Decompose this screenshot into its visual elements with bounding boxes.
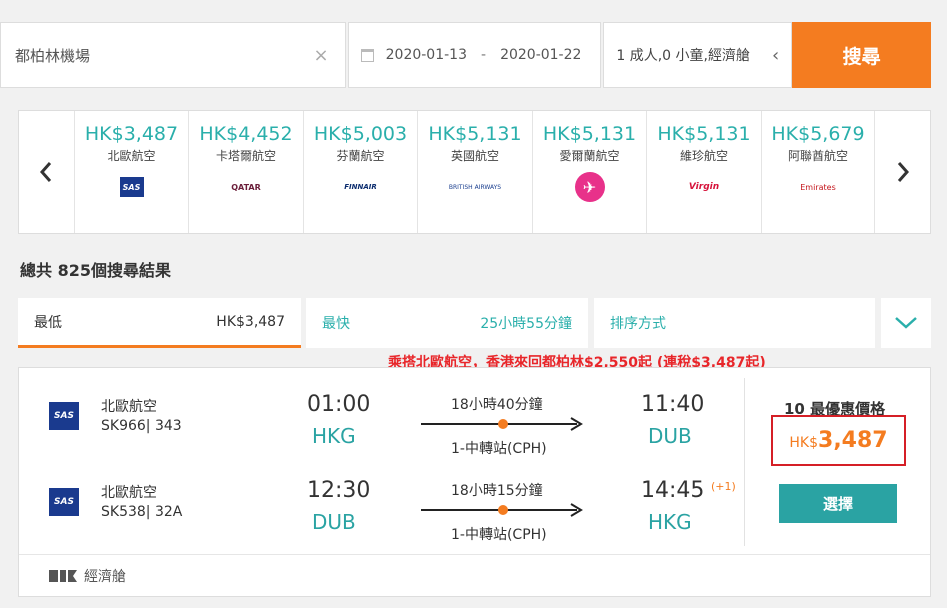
carousel-prev-button[interactable] [19, 111, 74, 233]
carousel-item[interactable]: HK$3,487 北歐航空 SAS [73, 111, 189, 233]
carousel-item[interactable]: HK$4,452 卡塔爾航空 QATAR [188, 111, 303, 233]
arrival-airport: DUB [648, 424, 692, 448]
qatar-logo-icon: QATAR [231, 182, 261, 192]
date-to[interactable]: 2020-01-22 [500, 47, 581, 63]
plane-icon: ✈ [574, 172, 605, 202]
flight-duration: 18小時40分鐘 [451, 397, 543, 413]
price-highlight-box: HK$ 3,487 [771, 415, 906, 466]
select-button[interactable]: 選擇 [779, 484, 897, 523]
carousel-price: HK$3,487 [84, 123, 179, 145]
leg-airline: 北歐航空 [101, 399, 157, 415]
flight-result-card: SAS 北歐航空 SK966| 343 01:00 HKG 18小時40分鐘 1… [18, 367, 931, 597]
carousel-airline: 維珍航空 [679, 149, 728, 163]
date-from[interactable]: 2020-01-13 [386, 47, 467, 63]
close-icon[interactable]: × [314, 45, 329, 66]
leg-flight-number: SK966| 343 [101, 418, 182, 434]
tab-cheapest-label: 最低 [34, 314, 62, 331]
sas-logo-icon: SAS [49, 402, 79, 430]
route-arrow-icon [421, 417, 583, 431]
outbound-leg: SAS 北歐航空 SK966| 343 01:00 HKG 18小時40分鐘 1… [19, 388, 744, 468]
route-arrow-icon [421, 503, 583, 517]
carousel-item[interactable]: HK$5,131 愛爾蘭航空 ✈ [531, 111, 647, 233]
airline-price-carousel: HK$3,487 北歐航空 SAS HK$4,452 卡塔爾航空 QATAR H… [18, 110, 931, 234]
carousel-airline: 北歐航空 [107, 149, 156, 163]
carousel-price: HK$5,131 [428, 123, 522, 145]
departure-airport: DUB [312, 510, 356, 534]
sas-logo-icon: SAS [119, 177, 144, 197]
tab-cheapest[interactable]: 最低 HK$3,487 [18, 298, 301, 348]
carousel-airline: 卡塔爾航空 [215, 149, 276, 163]
flight-duration: 18小時15分鐘 [451, 483, 543, 499]
tab-fastest-value: 25小時55分鐘 [480, 316, 572, 332]
card-divider [744, 378, 745, 546]
carousel-price: HK$5,003 [313, 123, 408, 145]
carousel-airline: 愛爾蘭航空 [559, 149, 620, 163]
carousel-item[interactable]: HK$5,003 芬蘭航空 FINNAIR [302, 111, 418, 233]
departure-time: 01:00 [307, 392, 371, 417]
departure-airport: HKG [312, 424, 356, 448]
chevron-down-icon [895, 317, 917, 329]
sort-dropdown-button[interactable] [881, 298, 931, 348]
arrival-time: 11:40 [641, 392, 705, 417]
carousel-airline: 阿聯酋航空 [787, 149, 848, 163]
carousel-items: HK$3,487 北歐航空 SAS HK$4,452 卡塔爾航空 QATAR H… [73, 111, 876, 233]
passenger-field[interactable]: 1 成人,0 小童,經濟艙 ‹ [603, 22, 793, 88]
virgin-logo-icon: Virgin [688, 182, 720, 192]
arrival-time: 14:45 [641, 478, 705, 503]
destination-input[interactable]: 都柏林機場 [15, 45, 90, 66]
results-count: 總共 825個搜尋結果 [20, 261, 171, 280]
price-value: 3,487 [818, 428, 888, 453]
card-footer-divider [19, 554, 930, 555]
price-currency: HK$ [789, 434, 819, 451]
british-airways-logo-icon: BRITISH AIRWAYS [448, 183, 502, 191]
carousel-next-button[interactable] [875, 111, 930, 233]
tab-fastest[interactable]: 最快 25小時55分鐘 [306, 298, 588, 348]
finnair-logo-icon: FINNAIR [344, 183, 377, 191]
seat-icon [49, 570, 77, 582]
day-offset-badge: (+1) [711, 480, 736, 493]
passenger-summary: 1 成人,0 小童,經濟艙 [616, 48, 750, 64]
carousel-price: HK$5,679 [771, 123, 865, 145]
carousel-airline: 英國航空 [450, 149, 499, 163]
search-bar: 都柏林機場 × 2020-01-13 - 2020-01-22 1 成人,0 小… [0, 22, 931, 88]
carousel-airline: 芬蘭航空 [336, 149, 385, 163]
tab-sort-by[interactable]: 排序方式 [594, 298, 875, 348]
inbound-leg: SAS 北歐航空 SK538| 32A 12:30 DUB 18小時15分鐘 1… [19, 474, 744, 554]
date-separator: - [481, 47, 487, 63]
destination-field[interactable]: 都柏林機場 × [0, 22, 346, 88]
carousel-price: HK$5,131 [657, 123, 751, 145]
leg-airline: 北歐航空 [101, 485, 157, 501]
chevron-left-icon[interactable]: ‹ [772, 45, 779, 66]
carousel-item[interactable]: HK$5,131 維珍航空 Virgin [646, 111, 761, 233]
emirates-logo-icon: Emirates [800, 182, 836, 192]
date-range-field[interactable]: 2020-01-13 - 2020-01-22 [347, 22, 602, 88]
arrival-airport: HKG [648, 510, 692, 534]
tab-cheapest-value: HK$3,487 [216, 313, 285, 330]
carousel-price: HK$5,131 [542, 123, 637, 145]
tab-fastest-label: 最快 [322, 316, 350, 332]
chevron-left-icon [40, 162, 52, 182]
cabin-class: 經濟艙 [84, 569, 126, 585]
tab-sort-label: 排序方式 [610, 316, 666, 332]
leg-flight-number: SK538| 32A [101, 504, 183, 520]
calendar-icon [360, 48, 374, 62]
departure-time: 12:30 [307, 478, 371, 503]
carousel-item[interactable]: HK$5,679 阿聯酋航空 Emirates [760, 111, 876, 233]
carousel-price: HK$4,452 [199, 123, 293, 145]
chevron-right-icon [897, 162, 909, 182]
carousel-item[interactable]: HK$5,131 英國航空 BRITISH AIRWAYS [417, 111, 532, 233]
search-button[interactable]: 搜尋 [792, 22, 931, 88]
stops-info: 1-中轉站(CPH) [451, 527, 547, 543]
stops-info: 1-中轉站(CPH) [451, 441, 547, 457]
sas-logo-icon: SAS [49, 488, 79, 516]
